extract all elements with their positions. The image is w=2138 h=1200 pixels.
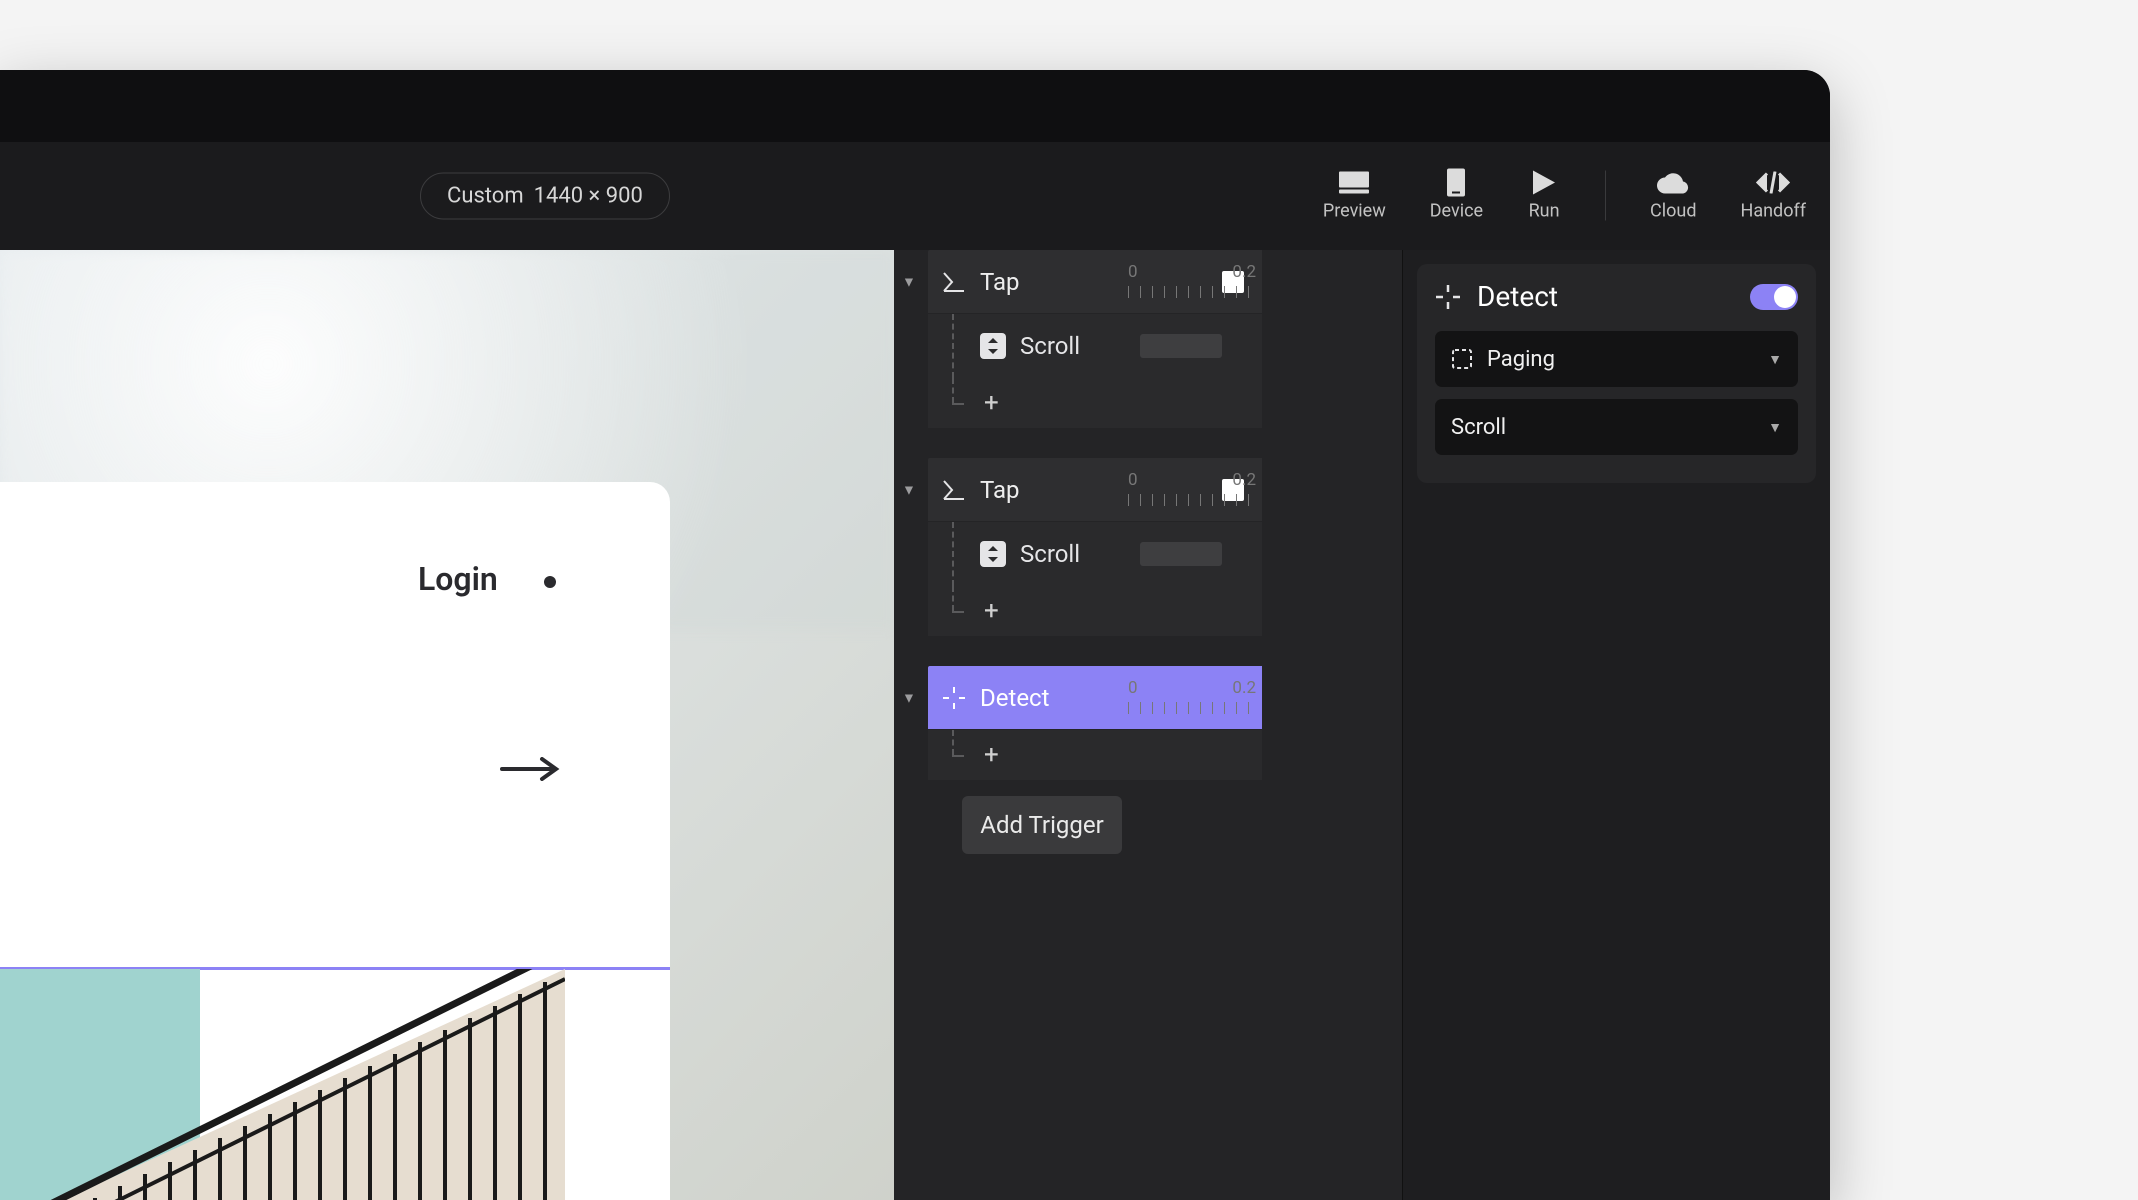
detect-icon: [942, 686, 966, 710]
arrow-right-icon: [500, 757, 560, 785]
toolbar-divider: [1605, 171, 1606, 221]
timeline-panel: ▼ Tap 00.2: [894, 250, 1402, 1200]
viewport-size-chip[interactable]: Custom 1440 × 900: [420, 173, 670, 220]
chevron-down-icon: ▼: [1768, 351, 1782, 368]
disclosure-triangle-icon[interactable]: ▼: [902, 689, 916, 706]
railing-graphic: [0, 969, 565, 1200]
detect-action-dropdown[interactable]: Scroll ▼: [1435, 399, 1798, 455]
cloud-icon: [1656, 171, 1690, 195]
monitor-icon: [1337, 171, 1371, 195]
chevron-down-icon: ▼: [1768, 419, 1782, 436]
run-button[interactable]: Run: [1527, 171, 1561, 222]
paging-icon: [1451, 348, 1473, 370]
disclosure-triangle-icon[interactable]: ▼: [902, 273, 916, 290]
handoff-button[interactable]: Handoff: [1740, 171, 1806, 222]
run-label: Run: [1529, 201, 1560, 222]
add-trigger-label: Add Trigger: [980, 811, 1103, 839]
add-action-button[interactable]: +: [984, 388, 999, 418]
detect-type-value: Paging: [1487, 347, 1768, 372]
toolbar: Custom 1440 × 900 Preview Device Run: [0, 142, 1830, 250]
device-label: Device: [1430, 201, 1483, 222]
inspector-card: Detect Paging ▼ Scroll ▼: [1417, 264, 1816, 483]
add-action-row: +: [928, 586, 1262, 636]
inspector-header: Detect: [1435, 280, 1798, 313]
image-placeholder: [0, 969, 565, 1200]
preview-button[interactable]: Preview: [1323, 171, 1386, 222]
timeline-ruler: 00.2: [1128, 262, 1256, 298]
cloud-label: Cloud: [1650, 201, 1696, 222]
action-name: Scroll: [1020, 540, 1080, 568]
status-dot-icon: [544, 576, 556, 588]
tap-icon: [942, 478, 966, 502]
titlebar: [0, 70, 1830, 142]
detect-action-value: Scroll: [1451, 415, 1768, 440]
detect-icon: [1435, 284, 1461, 310]
timeline-ruler: 00.2: [1128, 678, 1256, 714]
handoff-label: Handoff: [1740, 201, 1806, 222]
add-action-row: +: [928, 730, 1262, 780]
trigger-group-detect: ▼ Detect 00.2 +: [928, 666, 1262, 780]
timeline-clip[interactable]: [1140, 542, 1222, 566]
add-action-button[interactable]: +: [984, 740, 999, 770]
canvas-area[interactable]: Login: [0, 250, 894, 1200]
inspector-panel: Detect Paging ▼ Scroll ▼: [1402, 250, 1830, 1200]
workspace: Login: [0, 250, 1830, 1200]
scroll-icon: [980, 333, 1006, 359]
design-card[interactable]: Login: [0, 482, 670, 1200]
play-icon: [1527, 171, 1561, 195]
viewport-dimensions: 1440 × 900: [534, 184, 643, 209]
timeline-clip[interactable]: [1140, 334, 1222, 358]
viewport-mode-label: Custom: [447, 184, 524, 209]
toolbar-buttons: Preview Device Run Cloud: [1323, 171, 1806, 222]
action-name: Scroll: [1020, 332, 1080, 360]
cloud-button[interactable]: Cloud: [1650, 171, 1696, 222]
phone-icon: [1439, 171, 1473, 195]
enable-toggle[interactable]: [1750, 284, 1798, 310]
device-button[interactable]: Device: [1430, 171, 1483, 222]
trigger-group-tap-1: ▼ Tap 00.2: [928, 250, 1262, 428]
add-trigger-button[interactable]: Add Trigger: [962, 796, 1122, 854]
app-window: Custom 1440 × 900 Preview Device Run: [0, 70, 1830, 1200]
add-action-row: +: [928, 378, 1262, 428]
disclosure-triangle-icon[interactable]: ▼: [902, 481, 916, 498]
tap-icon: [942, 270, 966, 294]
timeline-ruler: 00.2: [1128, 470, 1256, 506]
add-action-button[interactable]: +: [984, 596, 999, 626]
preview-label: Preview: [1323, 201, 1386, 222]
inspector-title: Detect: [1477, 280, 1750, 313]
login-label: Login: [418, 560, 498, 598]
code-icon: [1756, 171, 1790, 195]
detect-type-dropdown[interactable]: Paging ▼: [1435, 331, 1798, 387]
scroll-icon: [980, 541, 1006, 567]
trigger-group-tap-2: ▼ Tap 00.2: [928, 458, 1262, 636]
